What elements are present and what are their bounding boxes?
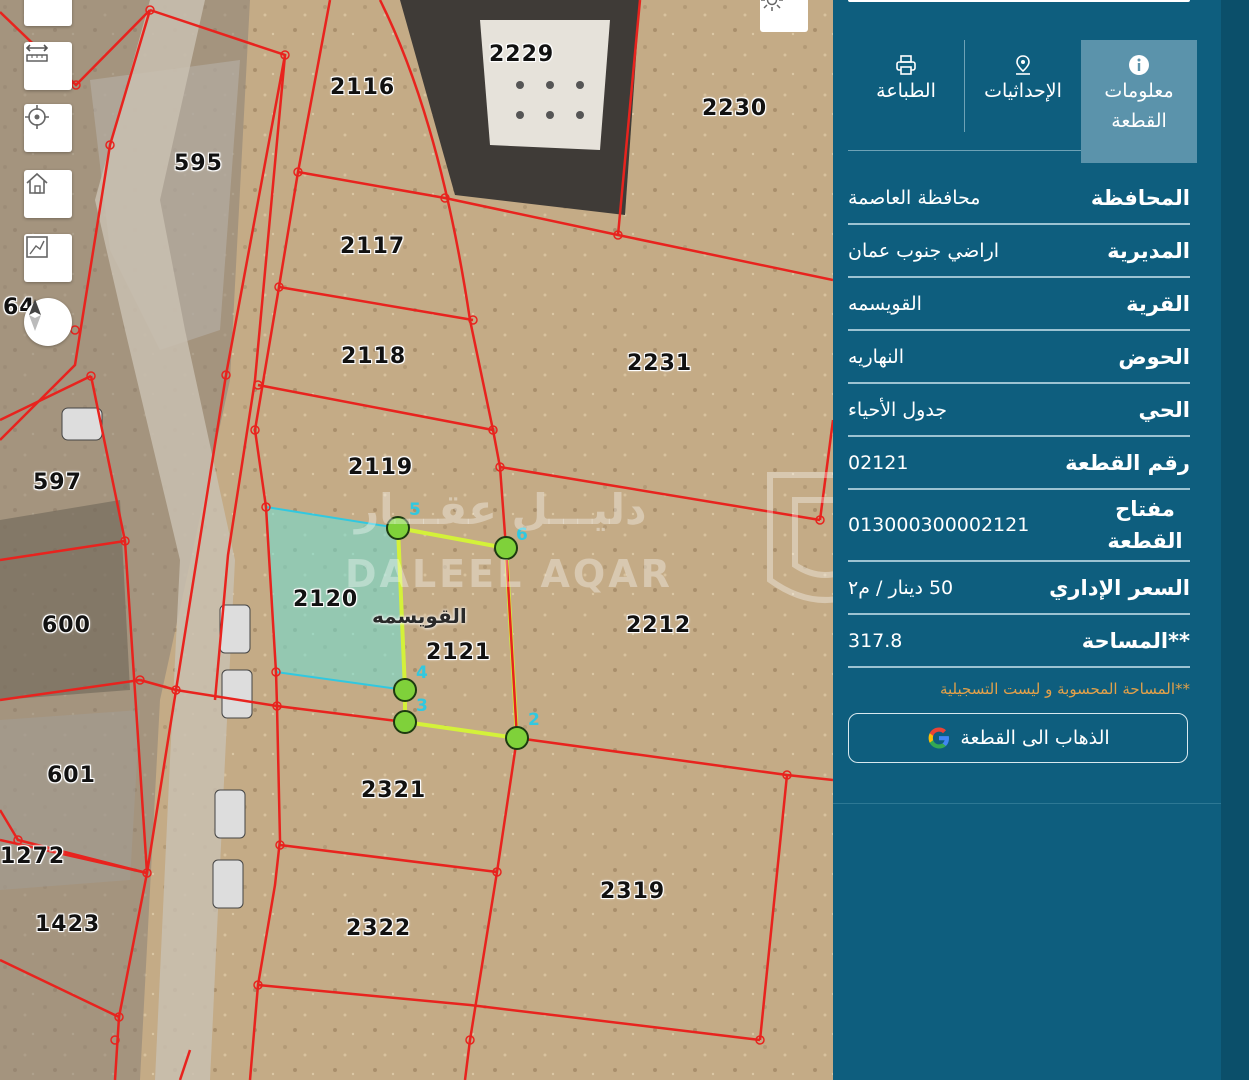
vertex-label: 4 xyxy=(416,663,428,683)
measure-button[interactable] xyxy=(24,42,72,90)
plot-label[interactable]: 2116 xyxy=(330,75,395,100)
plot-label[interactable]: 601 xyxy=(47,763,96,788)
compass-icon xyxy=(29,299,41,331)
watermark-en: DALEEL AQAR xyxy=(345,552,673,596)
row-key: السعر الإداري xyxy=(1049,575,1190,600)
row-value: 013000300002121 xyxy=(848,514,1030,536)
plot-label[interactable]: 2319 xyxy=(600,879,665,904)
plot-label[interactable]: 1272 xyxy=(0,844,65,869)
info-row-admin-price: السعر الإداري 50 دينار / م٢ xyxy=(848,562,1190,615)
measure-icon xyxy=(25,44,49,62)
info-row-area: **المساحة 317.8 xyxy=(848,615,1190,668)
draw-icon xyxy=(26,236,48,258)
go-to-parcel-button[interactable]: الذهاب الى القطعة xyxy=(848,713,1188,763)
divider xyxy=(833,803,1221,804)
tab-coordinates[interactable]: الإحداثيات xyxy=(964,40,1081,132)
pin-icon xyxy=(1016,55,1030,75)
vertex-label: 2 xyxy=(528,710,540,730)
plot-label[interactable]: 2117 xyxy=(340,234,405,259)
tab-label: معلومات القطعة xyxy=(1104,80,1174,132)
row-value: جدول الأحياء xyxy=(848,398,948,421)
row-key: مفتاح القطعة xyxy=(1107,497,1183,553)
tab-parcel-info[interactable]: معلومات القطعة xyxy=(1081,40,1197,163)
tab-label: الطباعة xyxy=(876,80,936,102)
parcel-info-list: المحافظة محافظة العاصمة المديرية اراضي ج… xyxy=(848,172,1190,668)
row-key: المحافظة xyxy=(1090,185,1190,210)
map-view[interactable]: 2229 2116 2230 595 2117 64 2118 2231 211… xyxy=(0,0,833,1080)
row-key: الحوض xyxy=(1118,344,1190,369)
row-value: محافظة العاصمة xyxy=(848,186,981,209)
info-row-governorate: المحافظة محافظة العاصمة xyxy=(848,172,1190,225)
plot-label[interactable]: 1423 xyxy=(35,912,100,937)
info-panel: معلومات القطعة الإحداثيات الطباعة المحاف… xyxy=(833,0,1221,1080)
panel-tabs: معلومات القطعة الإحداثيات الطباعة xyxy=(848,40,1197,163)
watermark-ar: دليـــل عقـــار xyxy=(355,485,647,534)
row-value: اراضي جنوب عمان xyxy=(848,239,1000,262)
region-label: القويسمه xyxy=(372,604,467,628)
plot-label[interactable]: 2121 xyxy=(426,640,491,665)
google-icon xyxy=(928,727,950,749)
plot-label[interactable]: 2321 xyxy=(361,778,426,803)
printer-icon xyxy=(896,55,916,75)
compass-button[interactable] xyxy=(24,298,72,346)
row-value: 50 دينار / م٢ xyxy=(848,576,954,599)
draw-button[interactable] xyxy=(24,234,72,282)
plot-label[interactable]: 597 xyxy=(33,470,82,495)
plot-label[interactable]: 600 xyxy=(42,613,91,638)
row-value: النهاريه xyxy=(848,345,904,368)
vertex-label: 3 xyxy=(416,696,428,716)
plot-label[interactable]: 2118 xyxy=(341,344,406,369)
row-value: 317.8 xyxy=(848,629,903,652)
plot-label[interactable]: 2322 xyxy=(346,916,411,941)
locate-icon xyxy=(25,105,49,129)
plot-label[interactable]: 2229 xyxy=(489,42,554,67)
info-row-basin: الحوض النهاريه xyxy=(848,331,1190,384)
home-button[interactable] xyxy=(24,170,72,218)
info-icon xyxy=(1129,55,1149,75)
row-key: رقم القطعة xyxy=(1065,450,1190,475)
edit-button[interactable] xyxy=(24,0,72,26)
row-value: القويسمه xyxy=(848,292,922,315)
plot-label[interactable]: 2230 xyxy=(702,96,767,121)
go-to-parcel-label: الذهاب الى القطعة xyxy=(960,727,1110,749)
row-key: **المساحة xyxy=(1081,628,1190,653)
search-bar-edge[interactable] xyxy=(848,0,1190,2)
plot-label[interactable]: 2119 xyxy=(348,455,413,480)
info-row-parcel-number: رقم القطعة 02121 xyxy=(848,437,1190,490)
row-key: القرية xyxy=(1126,291,1190,316)
row-value: 02121 xyxy=(848,451,909,474)
info-row-parcel-key: مفتاح القطعة 013000300002121 xyxy=(848,490,1190,562)
info-row-village: القرية القويسمه xyxy=(848,278,1190,331)
scrollbar[interactable] xyxy=(1221,0,1249,1080)
plot-label[interactable]: 2231 xyxy=(627,351,692,376)
brightness-button[interactable] xyxy=(760,0,808,32)
info-row-neighborhood: الحي جدول الأحياء xyxy=(848,384,1190,437)
map-layer xyxy=(0,0,833,1080)
info-row-directorate: المديرية اراضي جنوب عمان xyxy=(848,225,1190,278)
row-key: الحي xyxy=(1138,397,1190,422)
row-key: المديرية xyxy=(1107,238,1190,263)
locate-button[interactable] xyxy=(24,104,72,152)
brightness-icon xyxy=(761,0,783,11)
plot-label[interactable]: 2212 xyxy=(626,613,691,638)
home-icon xyxy=(26,172,48,194)
tab-print[interactable]: الطباعة xyxy=(848,40,964,132)
plot-label[interactable]: 595 xyxy=(174,151,223,176)
area-note: **المساحة المحسوبة و ليست التسجيلية xyxy=(939,680,1190,698)
tab-label: الإحداثيات xyxy=(984,80,1062,102)
